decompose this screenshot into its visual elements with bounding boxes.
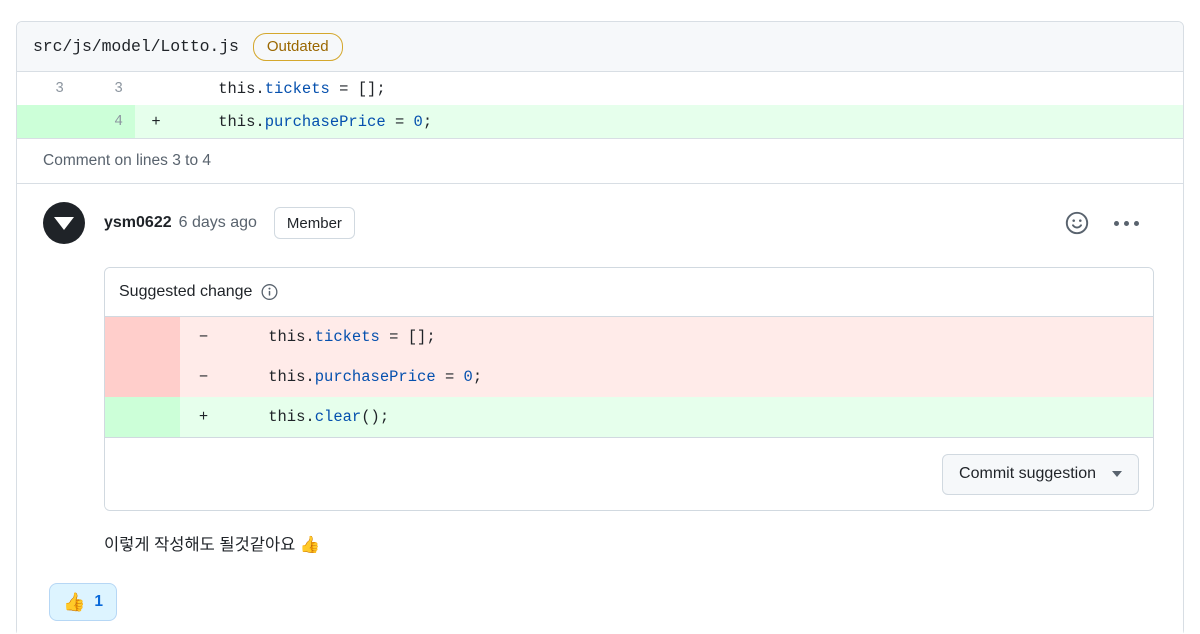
suggestion-footer: Commit suggestion <box>105 437 1153 510</box>
code-segment: ; <box>422 112 433 131</box>
comment-author[interactable]: ysm0622 <box>104 214 172 232</box>
reactions-row: 👍 1 <box>49 583 1163 634</box>
suggestion-marker: − <box>180 317 227 357</box>
suggested-change-diff: − this.tickets = []; − this.purchasePric… <box>105 317 1153 437</box>
diff-row: 4 + this.purchasePrice = 0; <box>17 105 1183 138</box>
suggested-change-box: Suggested change − this.tickets = []; − … <box>104 267 1154 511</box>
suggestion-row: − this.tickets = []; <box>105 317 1153 357</box>
code-segment-number: 0 <box>413 112 423 131</box>
diff-old-line-number <box>17 105 76 138</box>
commit-suggestion-label: Commit suggestion <box>959 465 1096 482</box>
diff-row: 3 3 this.tickets = []; <box>17 72 1183 105</box>
diff-table: 3 3 this.tickets = []; 4 + this.purchase… <box>17 72 1183 138</box>
avatar[interactable] <box>43 202 85 244</box>
info-icon[interactable] <box>261 284 278 301</box>
suggestion-row: − this.purchasePrice = 0; <box>105 357 1153 397</box>
code-segment-number: 0 <box>463 368 473 386</box>
reaction-thumbs-up[interactable]: 👍 1 <box>49 583 118 622</box>
commit-suggestion-button[interactable]: Commit suggestion <box>942 453 1139 495</box>
diff-body: 3 3 this.tickets = []; 4 + this.purchase… <box>17 72 1183 138</box>
comment-header-actions <box>1064 210 1141 236</box>
comment-timestamp[interactable]: 6 days ago <box>179 214 257 232</box>
code-segment-property: purchasePrice <box>264 112 386 131</box>
kebab-dot <box>1134 220 1139 226</box>
diff-marker: + <box>135 105 177 138</box>
code-segment: this. <box>231 408 315 426</box>
diff-code-line[interactable]: this.purchasePrice = 0; <box>177 105 1183 138</box>
file-header: src/js/model/Lotto.js Outdated <box>17 22 1183 72</box>
diff-marker <box>135 72 177 105</box>
suggested-change-title: Suggested change <box>119 283 253 300</box>
diff-new-line-number: 4 <box>76 105 135 138</box>
kebab-menu-icon[interactable] <box>1112 217 1141 230</box>
suggestion-code-line: this.tickets = []; <box>227 317 1153 357</box>
suggestion-gutter <box>105 317 180 357</box>
suggestion-code-line: this.purchasePrice = 0; <box>227 357 1153 397</box>
suggestion-gutter <box>105 397 180 437</box>
diff-old-line-number: 3 <box>17 72 76 105</box>
diff-new-line-number: 3 <box>76 72 135 105</box>
code-segment: this. <box>181 79 265 98</box>
code-segment: this. <box>231 368 315 386</box>
suggested-change-body: − this.tickets = []; − this.purchasePric… <box>105 317 1153 437</box>
kebab-dot <box>1124 220 1129 226</box>
suggestion-gutter <box>105 357 180 397</box>
code-segment: ; <box>472 368 483 386</box>
suggestion-row: + this.clear(); <box>105 397 1153 437</box>
review-comment: ysm0622 6 days ago Member Suggested chan… <box>17 184 1183 634</box>
code-segment: this. <box>181 112 265 131</box>
suggestion-code-line: this.clear(); <box>227 397 1153 437</box>
comment-on-lines-label: Comment on lines 3 to 4 <box>17 138 1183 184</box>
code-segment: = []; <box>379 328 436 346</box>
file-path[interactable]: src/js/model/Lotto.js <box>33 37 239 56</box>
pull-request-review-comment-page: src/js/model/Lotto.js Outdated 3 3 this.… <box>0 0 1200 634</box>
reaction-count: 1 <box>94 593 104 611</box>
chevron-down-icon[interactable] <box>1112 471 1122 477</box>
diff-code-line[interactable]: this.tickets = []; <box>177 72 1183 105</box>
code-segment: = []; <box>329 79 386 98</box>
author-role-badge: Member <box>273 207 355 239</box>
comment-header: ysm0622 6 days ago Member <box>43 202 1163 244</box>
code-segment-property: tickets <box>314 328 380 346</box>
code-segment: = <box>385 112 414 131</box>
outdated-badge: Outdated <box>252 32 343 61</box>
code-segment-property: tickets <box>264 79 330 98</box>
suggestion-marker: − <box>180 357 227 397</box>
code-segment-property: purchasePrice <box>314 368 436 386</box>
code-segment: = <box>435 368 464 386</box>
comment-body-text: 이렇게 작성해도 될것같아요 👍 <box>104 536 321 554</box>
code-segment: (); <box>361 408 390 426</box>
triangle-down-icon <box>54 216 74 230</box>
file-diff-container: src/js/model/Lotto.js Outdated 3 3 this.… <box>16 21 1184 634</box>
suggestion-marker: + <box>180 397 227 437</box>
code-segment-property: clear <box>314 408 362 426</box>
thumbs-up-icon: 👍 <box>63 592 86 613</box>
suggested-change-header: Suggested change <box>105 268 1153 317</box>
code-segment: this. <box>231 328 315 346</box>
smiley-icon[interactable] <box>1064 210 1090 236</box>
kebab-dot <box>1114 220 1119 226</box>
